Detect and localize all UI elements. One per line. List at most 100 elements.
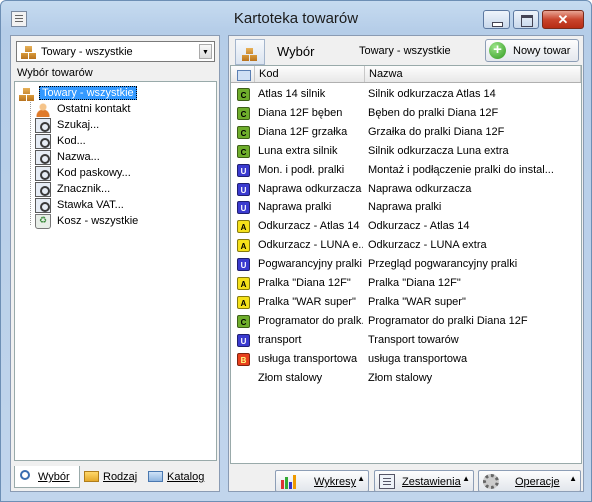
product-type-badge: C <box>237 125 250 139</box>
tab-selection[interactable]: Wybór <box>14 466 80 488</box>
cell-name: Pralka "Diana 12F" <box>368 277 461 289</box>
product-type-badge: U <box>237 182 250 196</box>
product-type-badge: A <box>237 277 250 290</box>
selection-label: Wybór <box>277 44 315 59</box>
table-row[interactable]: U Pogwarancyjny pralki Przegląd pogwarancy… <box>231 254 581 273</box>
title-bar[interactable]: Kartoteka towarów <box>1 1 591 35</box>
boxes-icon <box>19 86 35 101</box>
magnifier-icon <box>35 118 51 133</box>
boxes-icon <box>21 44 37 59</box>
operations-label: Operacje <box>515 476 560 488</box>
selection-icon[interactable] <box>235 39 265 65</box>
table-row[interactable]: A Pralka "WAR super" Pralka "WAR super" <box>231 292 581 311</box>
table-row[interactable]: A Pralka "Diana 12F" Pralka "Diana 12F" <box>231 273 581 292</box>
product-type-badge: U <box>237 201 250 215</box>
cell-code: Odkurzacz - Atlas 14 <box>258 220 360 233</box>
search-icon <box>20 470 30 480</box>
table-row[interactable]: C Luna extra silnik Silnik odkurzacza Luna… <box>231 141 581 160</box>
table-row[interactable]: C Diana 12F bęben Bęben do pralki Diana 12… <box>231 103 581 122</box>
charts-label: Wykresy <box>314 476 357 488</box>
cell-name: Naprawa pralki <box>368 201 442 214</box>
product-type-badge: A <box>237 239 250 253</box>
table-row[interactable]: A Odkurzacz - Atlas 14 Odkurzacz - Atlas 1… <box>231 216 581 235</box>
cell-name: Przegląd pogwarancyjny pralki <box>368 258 518 271</box>
catalog-folder-icon <box>148 471 163 482</box>
reports-button[interactable]: Zestawienia ▲ <box>374 470 474 492</box>
table-row[interactable]: U Mon. i podł. pralki Montaż i podłączenie… <box>231 160 581 179</box>
gear-icon <box>483 474 499 489</box>
new-product-label: Nowy towar <box>513 45 571 57</box>
dropdown-arrow-icon[interactable]: ▼ <box>199 44 212 59</box>
product-type-badge: U <box>237 333 250 347</box>
tree-item-label: Ostatni kontakt <box>57 103 131 115</box>
column-header-name[interactable]: Nazwa <box>365 66 581 82</box>
filter-tree: Towary - wszystkie Ostatni kontakt Szuka… <box>14 81 217 461</box>
cell-name: Programator do pralki Diana 12F <box>368 314 528 327</box>
left-tabs: Wybór Rodzaj Katalog <box>14 466 217 490</box>
product-type-badge: A <box>237 295 250 309</box>
product-type-badge: C <box>237 106 250 120</box>
tab-label: Wybór <box>38 471 70 483</box>
tree-item-label: Kosz - wszystkie <box>57 215 139 227</box>
cell-code: Pralka "WAR super" <box>258 295 356 308</box>
main-window: Kartoteka towarów Towary - wszystkie ▼ W… <box>0 0 592 502</box>
charts-button[interactable]: Wykresy ▲ <box>275 470 369 492</box>
reports-label: Zestawienia <box>402 476 461 488</box>
arrow-up-icon: ▲ <box>357 474 365 483</box>
operations-button[interactable]: Operacje ▲ <box>478 470 581 492</box>
close-button[interactable] <box>542 10 584 29</box>
tab-label: Katalog <box>167 471 205 483</box>
cell-code: Programator do pralk... <box>258 314 363 327</box>
minimize-button[interactable] <box>483 10 510 29</box>
cell-code: Diana 12F grzałka <box>258 125 348 138</box>
new-product-button[interactable]: + Nowy towar <box>485 39 579 62</box>
maximize-button[interactable] <box>513 10 539 29</box>
tree-item-label: Szukaj... <box>57 119 100 131</box>
table-row[interactable]: U Naprawa odkurzacza Naprawa odkurzacza <box>231 179 581 198</box>
cell-code: Pralka "Diana 12F" <box>258 277 351 289</box>
tree-item-label: Stawka VAT... <box>57 199 124 211</box>
products-table: Kod Nazwa C Atlas 14 silnik Silnik odkurza… <box>230 65 582 464</box>
cell-name: Grzałka do pralki Diana 12F <box>368 125 505 138</box>
add-icon: + <box>489 42 506 59</box>
cell-name: Silnik odkurzacza Atlas 14 <box>368 88 496 100</box>
select-column-header[interactable] <box>231 66 255 82</box>
tree-line <box>30 100 31 225</box>
arrow-up-icon: ▲ <box>569 474 577 483</box>
filter-combobox[interactable]: Towary - wszystkie ▼ <box>16 41 215 62</box>
tab-type[interactable]: Rodzaj <box>80 466 144 488</box>
cell-name: Odkurzacz - LUNA extra <box>368 239 487 252</box>
tree-item-label: Nazwa... <box>57 151 100 163</box>
cell-code: usługa transportowa <box>258 352 358 365</box>
cell-name: Transport towarów <box>368 333 459 346</box>
cell-code: Mon. i podł. pralki <box>258 163 345 176</box>
cell-code: Naprawa odkurzacza <box>258 182 362 195</box>
table-row[interactable]: Busługa transportowa usługa transportowa <box>231 349 581 368</box>
magnifier-icon <box>35 166 51 181</box>
product-type-badge: C <box>237 144 250 158</box>
cell-name: Pralka "WAR super" <box>368 295 466 308</box>
cell-code: transport <box>258 333 302 346</box>
table-row[interactable]: A Odkurzacz - LUNA e... Odkurzacz - LUNA e… <box>231 235 581 254</box>
table-header: Kod Nazwa <box>231 66 581 83</box>
bar-chart-icon <box>280 474 296 489</box>
tab-catalog[interactable]: Katalog <box>144 466 216 488</box>
table-row[interactable]: Złom stalowy Złom stalowy <box>231 368 581 387</box>
cell-name: Złom stalowy <box>368 371 433 384</box>
cell-name: Silnik odkurzacza Luna extra <box>368 144 509 157</box>
filter-combobox-value: Towary - wszystkie <box>41 46 133 58</box>
product-type-badge: A <box>237 220 250 234</box>
table-row[interactable]: U Naprawa pralki Naprawa pralki <box>231 197 581 216</box>
product-type-badge: C <box>237 314 250 328</box>
table-row[interactable]: C Atlas 14 silnik Silnik odkurzacza Atlas … <box>231 84 581 103</box>
table-row[interactable]: C Diana 12F grzałka Grzałka do pralki Dian… <box>231 122 581 141</box>
cell-code: Diana 12F bęben <box>258 106 343 119</box>
table-row[interactable]: Utransport Transport towarów <box>231 330 581 349</box>
cell-code: Odkurzacz - LUNA e... <box>258 239 363 252</box>
column-header-code[interactable]: Kod <box>255 66 365 82</box>
recycle-bin-icon <box>35 214 51 229</box>
active-filter-label: Towary - wszystkie <box>359 45 451 57</box>
table-row[interactable]: C Programator do pralk... Programator do p… <box>231 311 581 330</box>
tree-item-label: Znacznik... <box>57 183 111 195</box>
contact-icon <box>35 102 51 117</box>
